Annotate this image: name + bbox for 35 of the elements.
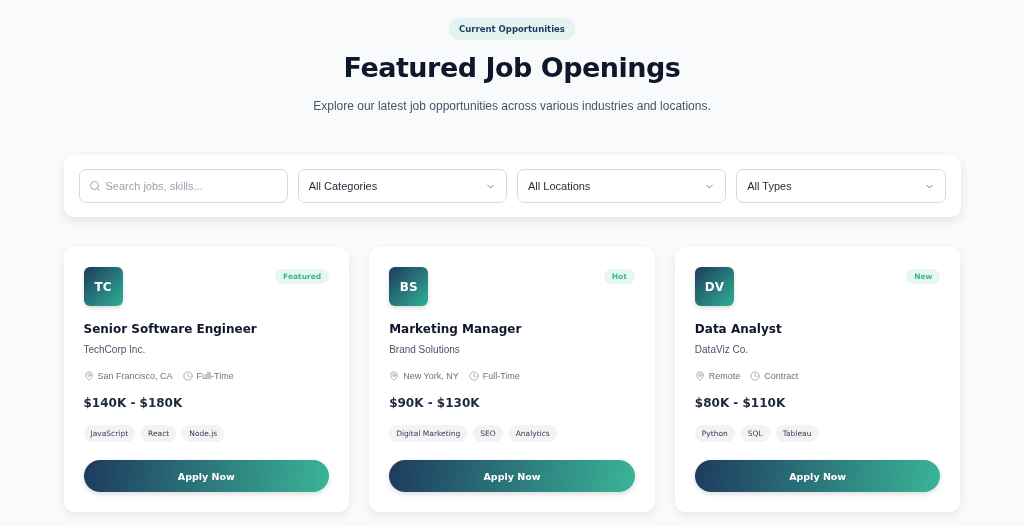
map-pin-icon [389, 371, 400, 381]
job-type: Contract [764, 371, 799, 381]
search-icon [88, 180, 101, 192]
salary-range: $90K - $130K [389, 396, 481, 410]
clock-icon [750, 371, 761, 381]
filter-dropdown[interactable]: All Types [736, 169, 946, 203]
page-subtitle: Explore our latest job opportunities across various industries and locations. [313, 99, 711, 113]
apply-button[interactable]: Apply Now [389, 460, 635, 492]
job-location: Remote [708, 371, 741, 381]
job-title: Data Analyst [694, 322, 783, 336]
job-location: New York, NY [403, 371, 459, 381]
salary-range: $140K - $180K [83, 396, 184, 410]
apply-button[interactable]: Apply Now [83, 460, 330, 492]
page-title: Featured Job Openings [343, 52, 681, 83]
company-name: TechCorp Inc. [83, 344, 147, 355]
job-title: Senior Software Engineer [83, 322, 258, 336]
clock-icon [468, 371, 479, 381]
company-logo: DV [694, 267, 734, 306]
company-name: DataViz Co. [694, 344, 749, 355]
map-pin-icon [83, 371, 94, 381]
company-logo: BS [389, 267, 429, 306]
job-location: San Francisco, CA [97, 371, 173, 381]
section-badge: Current Opportunities [449, 18, 575, 40]
filter-dropdown[interactable]: All Categories [297, 169, 507, 203]
company-logo: TC [83, 267, 123, 306]
company-name: Brand Solutions [389, 344, 461, 355]
map-pin-icon [694, 371, 705, 381]
job-type: Full-Time [196, 371, 234, 381]
job-title: Marketing Manager [389, 322, 523, 336]
apply-button[interactable]: Apply Now [694, 460, 941, 492]
clock-icon [182, 371, 193, 381]
search-field[interactable]: Search jobs, skills... [78, 169, 288, 203]
job-type: Full-Time [482, 371, 520, 381]
filter-dropdown[interactable]: All Locations [517, 169, 727, 203]
salary-range: $80K - $110K [694, 396, 787, 410]
